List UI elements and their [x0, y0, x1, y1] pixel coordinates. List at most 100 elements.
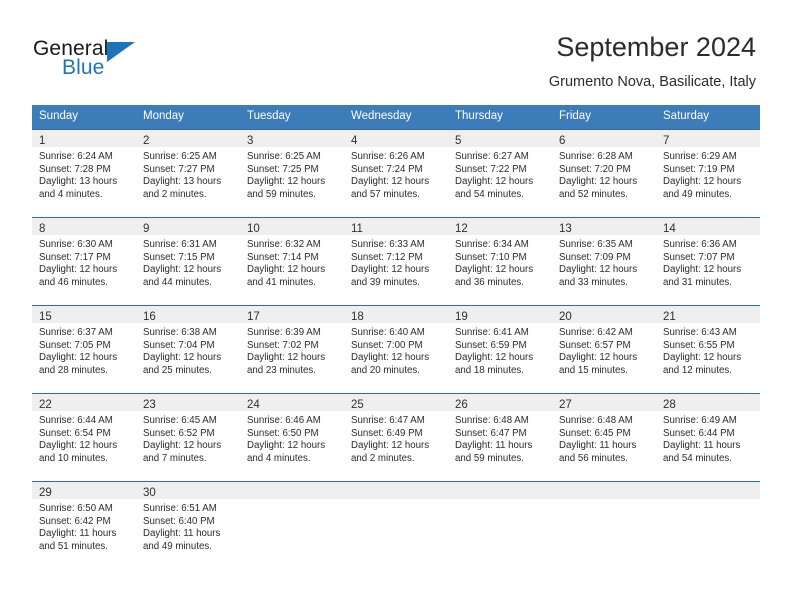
sunrise-text: Sunrise: 6:32 AM — [247, 239, 321, 250]
calendar-day-cell[interactable]: 8 Sunrise: 6:30 AM Sunset: 7:17 PM Daylight… — [32, 217, 136, 305]
calendar-day-cell[interactable]: 14 Sunrise: 6:36 AM Sunset: 7:07 PM Dayligh… — [656, 217, 760, 305]
calendar-day-cell[interactable]: 25 Sunrise: 6:47 AM Sunset: 6:49 PM Dayligh… — [344, 393, 448, 481]
day-number-strip: 15 — [32, 306, 136, 323]
sunrise-text: Sunrise: 6:42 AM — [559, 327, 633, 338]
daylight-text-line2: and 4 minutes. — [39, 188, 103, 200]
sunrise-text: Sunrise: 6:34 AM — [455, 239, 529, 250]
daylight-text-line2: and 28 minutes. — [39, 364, 108, 376]
day-number: 17 — [247, 311, 260, 323]
day-number-strip — [240, 482, 344, 499]
day-number: 7 — [663, 135, 670, 147]
calendar-day-cell[interactable]: 24 Sunrise: 6:46 AM Sunset: 6:50 PM Dayligh… — [240, 393, 344, 481]
day-number-strip: 6 — [552, 130, 656, 147]
day-cell-body: Sunrise: 6:31 AM Sunset: 7:15 PM Daylight:… — [136, 235, 240, 289]
day-cell-body: Sunrise: 6:37 AM Sunset: 7:05 PM Daylight:… — [32, 323, 136, 377]
daylight-text-line2: and 49 minutes. — [143, 540, 212, 552]
sunset-text: Sunset: 7:12 PM — [351, 251, 423, 263]
day-cell-inner: 17 Sunrise: 6:39 AM Sunset: 7:02 PM Dayligh… — [240, 305, 344, 393]
calendar-day-cell[interactable]: 13 Sunrise: 6:35 AM Sunset: 7:09 PM Dayligh… — [552, 217, 656, 305]
calendar-day-cell[interactable]: 26 Sunrise: 6:48 AM Sunset: 6:47 PM Dayligh… — [448, 393, 552, 481]
daylight-text-line1: Daylight: 11 hours — [39, 528, 117, 540]
calendar-day-cell[interactable]: 18 Sunrise: 6:40 AM Sunset: 7:00 PM Dayligh… — [344, 305, 448, 393]
day-cell-body: Sunrise: 6:49 AM Sunset: 6:44 PM Daylight:… — [656, 411, 760, 465]
daylight-text-line1: Daylight: 12 hours — [351, 440, 430, 452]
weekday-header-thursday: Thursday — [448, 105, 552, 129]
calendar-day-cell[interactable]: 30 Sunrise: 6:51 AM Sunset: 6:40 PM Dayligh… — [136, 481, 240, 569]
calendar-day-cell[interactable]: 11 Sunrise: 6:33 AM Sunset: 7:12 PM Dayligh… — [344, 217, 448, 305]
daylight-text-line2: and 2 minutes. — [143, 188, 207, 200]
daylight-text-line1: Daylight: 12 hours — [455, 352, 534, 364]
calendar-day-cell[interactable]: 4 Sunrise: 6:26 AM Sunset: 7:24 PM Daylight… — [344, 129, 448, 217]
day-cell-inner: 26 Sunrise: 6:48 AM Sunset: 6:47 PM Dayligh… — [448, 393, 552, 481]
calendar-day-cell[interactable]: 2 Sunrise: 6:25 AM Sunset: 7:27 PM Daylight… — [136, 129, 240, 217]
day-cell-body: Sunrise: 6:36 AM Sunset: 7:07 PM Daylight:… — [656, 235, 760, 289]
calendar-day-cell[interactable]: 20 Sunrise: 6:42 AM Sunset: 6:57 PM Dayligh… — [552, 305, 656, 393]
day-cell-inner: 1 Sunrise: 6:24 AM Sunset: 7:28 PM Daylight… — [32, 129, 136, 217]
daylight-text-line2: and 20 minutes. — [351, 364, 420, 376]
sunset-text: Sunset: 6:44 PM — [663, 427, 735, 439]
daylight-text-line1: Daylight: 12 hours — [143, 440, 222, 452]
calendar-day-cell[interactable]: 17 Sunrise: 6:39 AM Sunset: 7:02 PM Dayligh… — [240, 305, 344, 393]
sunset-text: Sunset: 7:04 PM — [143, 339, 215, 351]
calendar-day-cell[interactable]: 22 Sunrise: 6:44 AM Sunset: 6:54 PM Dayligh… — [32, 393, 136, 481]
calendar-day-cell[interactable]: 15 Sunrise: 6:37 AM Sunset: 7:05 PM Dayligh… — [32, 305, 136, 393]
day-number: 21 — [663, 311, 676, 323]
daylight-text-line2: and 49 minutes. — [663, 188, 732, 200]
calendar-day-cell[interactable]: 27 Sunrise: 6:48 AM Sunset: 6:45 PM Dayligh… — [552, 393, 656, 481]
calendar-day-cell[interactable]: 1 Sunrise: 6:24 AM Sunset: 7:28 PM Daylight… — [32, 129, 136, 217]
day-cell-inner: 20 Sunrise: 6:42 AM Sunset: 6:57 PM Dayligh… — [552, 305, 656, 393]
daylight-text-line2: and 2 minutes. — [351, 452, 415, 464]
day-cell-inner: 9 Sunrise: 6:31 AM Sunset: 7:15 PM Daylight… — [136, 217, 240, 305]
calendar-day-cell[interactable]: 5 Sunrise: 6:27 AM Sunset: 7:22 PM Daylight… — [448, 129, 552, 217]
calendar-day-cell[interactable]: 6 Sunrise: 6:28 AM Sunset: 7:20 PM Daylight… — [552, 129, 656, 217]
sunset-text: Sunset: 7:07 PM — [663, 251, 735, 263]
day-number: 12 — [455, 223, 468, 235]
day-cell-body: Sunrise: 6:41 AM Sunset: 6:59 PM Daylight:… — [448, 323, 552, 377]
daylight-text-line1: Daylight: 11 hours — [559, 440, 637, 452]
daylight-text-line1: Daylight: 12 hours — [351, 176, 430, 188]
page-header: General Blue September 2024 Grumento Nov… — [0, 0, 792, 102]
daylight-text-line2: and 39 minutes. — [351, 276, 420, 288]
calendar-day-cell[interactable]: 23 Sunrise: 6:45 AM Sunset: 6:52 PM Dayligh… — [136, 393, 240, 481]
day-cell-inner: 12 Sunrise: 6:34 AM Sunset: 7:10 PM Dayligh… — [448, 217, 552, 305]
day-cell-body: Sunrise: 6:30 AM Sunset: 7:17 PM Daylight:… — [32, 235, 136, 289]
day-number-strip — [448, 482, 552, 499]
calendar-day-cell[interactable]: 19 Sunrise: 6:41 AM Sunset: 6:59 PM Dayligh… — [448, 305, 552, 393]
sunrise-text: Sunrise: 6:29 AM — [663, 151, 737, 162]
general-blue-logo: General Blue — [33, 37, 233, 85]
calendar-day-cell[interactable]: 3 Sunrise: 6:25 AM Sunset: 7:25 PM Daylight… — [240, 129, 344, 217]
calendar-day-cell[interactable]: 12 Sunrise: 6:34 AM Sunset: 7:10 PM Dayligh… — [448, 217, 552, 305]
calendar-day-cell[interactable]: 16 Sunrise: 6:38 AM Sunset: 7:04 PM Dayligh… — [136, 305, 240, 393]
calendar-day-cell — [344, 481, 448, 569]
weekday-header-friday: Friday — [552, 105, 656, 129]
calendar-day-cell[interactable]: 9 Sunrise: 6:31 AM Sunset: 7:15 PM Daylight… — [136, 217, 240, 305]
calendar-day-cell[interactable]: 21 Sunrise: 6:43 AM Sunset: 6:55 PM Dayligh… — [656, 305, 760, 393]
day-number-strip: 12 — [448, 218, 552, 235]
sunrise-text: Sunrise: 6:47 AM — [351, 415, 425, 426]
sunset-text: Sunset: 6:42 PM — [39, 515, 111, 527]
day-number-strip: 3 — [240, 130, 344, 147]
calendar-day-cell[interactable]: 28 Sunrise: 6:49 AM Sunset: 6:44 PM Dayligh… — [656, 393, 760, 481]
sunrise-text: Sunrise: 6:38 AM — [143, 327, 217, 338]
day-number-strip: 4 — [344, 130, 448, 147]
daylight-text-line2: and 36 minutes. — [455, 276, 524, 288]
calendar-day-cell[interactable]: 29 Sunrise: 6:50 AM Sunset: 6:42 PM Dayligh… — [32, 481, 136, 569]
sunrise-text: Sunrise: 6:26 AM — [351, 151, 425, 162]
day-number: 22 — [39, 399, 52, 411]
day-number-strip: 11 — [344, 218, 448, 235]
day-cell-body: Sunrise: 6:29 AM Sunset: 7:19 PM Daylight:… — [656, 147, 760, 201]
daylight-text-line1: Daylight: 11 hours — [143, 528, 221, 540]
sunset-text: Sunset: 7:17 PM — [39, 251, 111, 263]
day-cell-inner — [656, 481, 760, 569]
day-cell-body: Sunrise: 6:25 AM Sunset: 7:27 PM Daylight:… — [136, 147, 240, 201]
calendar-day-cell[interactable]: 10 Sunrise: 6:32 AM Sunset: 7:14 PM Dayligh… — [240, 217, 344, 305]
day-number: 25 — [351, 399, 364, 411]
calendar-header-row: Sunday Monday Tuesday Wednesday Thursday… — [32, 105, 760, 129]
calendar-day-cell[interactable]: 7 Sunrise: 6:29 AM Sunset: 7:19 PM Daylight… — [656, 129, 760, 217]
calendar-week-row: 22 Sunrise: 6:44 AM Sunset: 6:54 PM Dayligh… — [32, 393, 760, 481]
day-cell-body: Sunrise: 6:27 AM Sunset: 7:22 PM Daylight:… — [448, 147, 552, 201]
day-cell-inner — [344, 481, 448, 569]
sunrise-text: Sunrise: 6:40 AM — [351, 327, 425, 338]
day-number-strip: 17 — [240, 306, 344, 323]
day-number: 9 — [143, 223, 150, 235]
